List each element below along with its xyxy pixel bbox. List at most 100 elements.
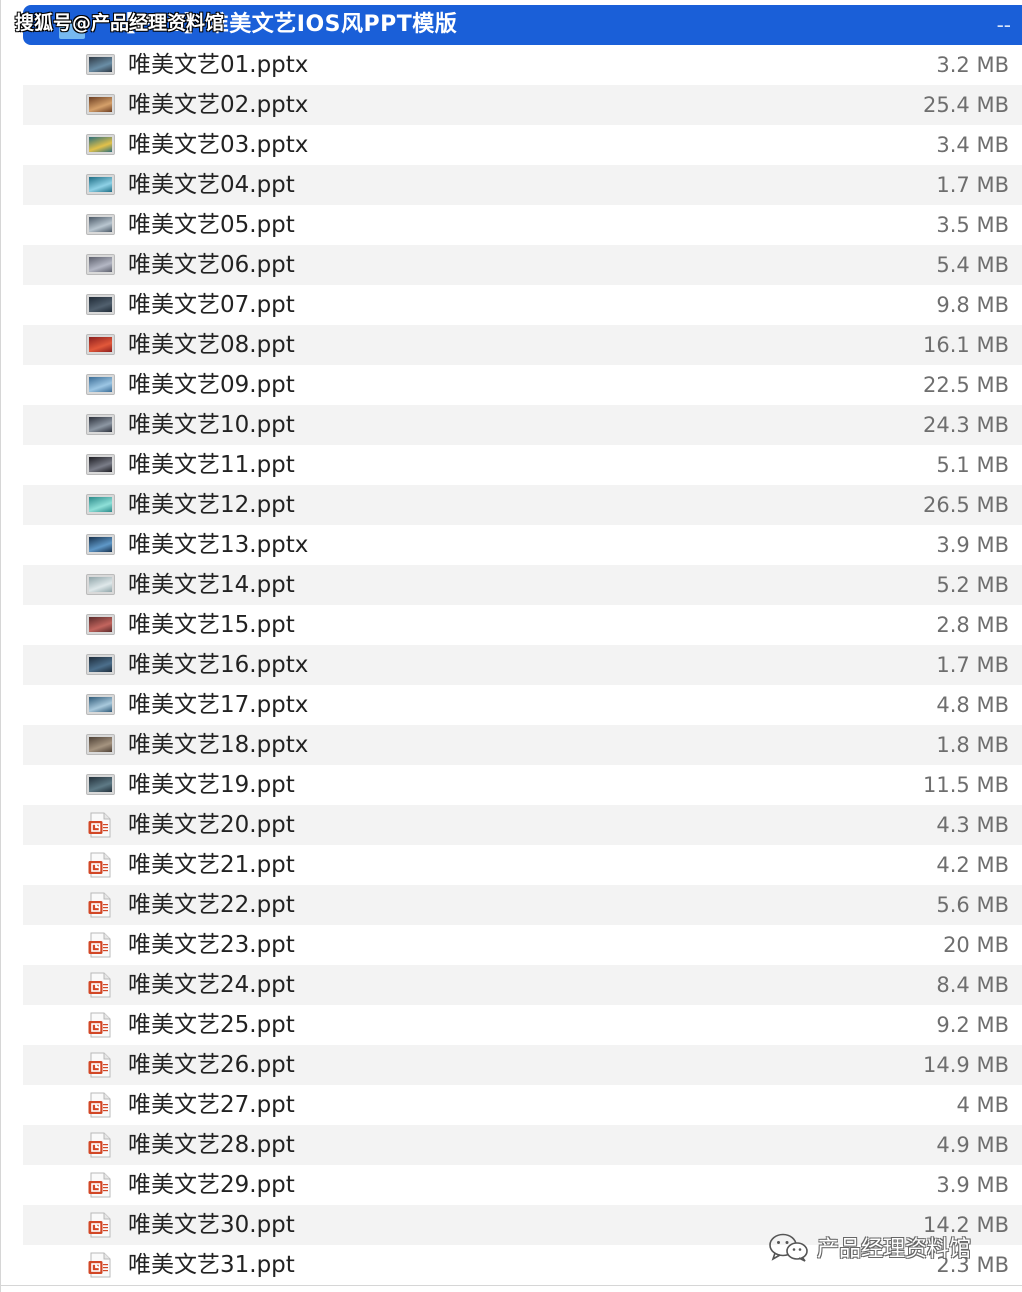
slide-thumbnail-icon — [86, 772, 116, 798]
file-size: 3.9 MB — [936, 533, 1009, 557]
file-row[interactable]: 唯美文艺26.ppt 14.9 MB — [23, 1045, 1022, 1085]
file-row[interactable]: 唯美文艺20.ppt 4.3 MB — [23, 805, 1022, 845]
file-size: 16.1 MB — [923, 333, 1009, 357]
file-row[interactable]: 唯美文艺07.ppt 9.8 MB — [23, 285, 1022, 325]
file-row[interactable]: 唯美文艺16.pptx 1.7 MB — [23, 645, 1022, 685]
file-name: 唯美文艺31.ppt — [128, 1252, 295, 1278]
file-size: 3.5 MB — [936, 213, 1009, 237]
slide-thumbnail-icon — [86, 172, 116, 198]
powerpoint-file-icon — [86, 852, 116, 878]
file-row[interactable]: 唯美文艺14.ppt 5.2 MB — [23, 565, 1022, 605]
file-size: 1.8 MB — [936, 733, 1009, 757]
file-row[interactable]: 唯美文艺06.ppt 5.4 MB — [23, 245, 1022, 285]
file-row[interactable]: 唯美文艺02.pptx 25.4 MB — [23, 85, 1022, 125]
slide-thumbnail-icon — [86, 572, 116, 598]
file-name: 唯美文艺28.ppt — [128, 1132, 295, 1158]
powerpoint-file-icon — [86, 1132, 116, 1158]
file-size: 3.2 MB — [936, 53, 1009, 77]
file-row[interactable]: 唯美文艺01.pptx 3.2 MB — [23, 45, 1022, 85]
file-name: 唯美文艺21.ppt — [128, 852, 295, 878]
file-size: 1.7 MB — [936, 173, 1009, 197]
slide-thumbnail-icon — [86, 292, 116, 318]
file-size: 9.8 MB — [936, 293, 1009, 317]
file-name: 唯美文艺15.ppt — [128, 612, 295, 638]
file-row[interactable]: 唯美文艺13.pptx 3.9 MB — [23, 525, 1022, 565]
file-row[interactable]: 唯美文艺04.ppt 1.7 MB — [23, 165, 1022, 205]
file-row[interactable]: 唯美文艺24.ppt 8.4 MB — [23, 965, 1022, 1005]
file-row[interactable]: 唯美文艺29.ppt 3.9 MB — [23, 1165, 1022, 1205]
slide-thumbnail-icon — [86, 612, 116, 638]
file-name: 唯美文艺04.ppt — [128, 172, 295, 198]
file-name: 唯美文艺13.pptx — [128, 532, 309, 558]
file-name: 唯美文艺17.pptx — [128, 692, 309, 718]
file-row[interactable]: 唯美文艺03.pptx 3.4 MB — [23, 125, 1022, 165]
file-name: 唯美文艺08.ppt — [128, 332, 295, 358]
file-size: 26.5 MB — [923, 493, 1009, 517]
file-name: 唯美文艺23.ppt — [128, 932, 295, 958]
file-size: 4.9 MB — [936, 1133, 1009, 1157]
file-row[interactable]: 唯美文艺21.ppt 4.2 MB — [23, 845, 1022, 885]
file-row[interactable]: 唯美文艺12.ppt 26.5 MB — [23, 485, 1022, 525]
file-name: 唯美文艺09.ppt — [128, 372, 295, 398]
file-name: 唯美文艺16.pptx — [128, 652, 309, 678]
slide-thumbnail-icon — [86, 452, 116, 478]
file-name: 唯美文艺10.ppt — [128, 412, 295, 438]
file-row[interactable]: 唯美文艺22.ppt 5.6 MB — [23, 885, 1022, 925]
watermark-sohu: 搜狐号@产品经理资料馆 — [15, 12, 225, 34]
file-name: 唯美文艺02.pptx — [128, 92, 309, 118]
finder-window: 搜狐号@产品经理资料馆 【PPT】唯美文艺IOS风PPT模版 -- 唯美文艺01… — [0, 0, 1022, 1292]
file-row[interactable]: 唯美文艺17.pptx 4.8 MB — [23, 685, 1022, 725]
file-size: 5.1 MB — [936, 453, 1009, 477]
file-row[interactable]: 唯美文艺05.ppt 3.5 MB — [23, 205, 1022, 245]
file-row[interactable]: 唯美文艺09.ppt 22.5 MB — [23, 365, 1022, 405]
file-size: 4.3 MB — [936, 813, 1009, 837]
slide-thumbnail-icon — [86, 92, 116, 118]
powerpoint-file-icon — [86, 1172, 116, 1198]
file-row[interactable]: 唯美文艺23.ppt 20 MB — [23, 925, 1022, 965]
file-row[interactable]: 唯美文艺08.ppt 16.1 MB — [23, 325, 1022, 365]
file-size: 4.2 MB — [936, 853, 1009, 877]
file-size: 25.4 MB — [923, 93, 1009, 117]
file-list: 唯美文艺01.pptx 3.2 MB 唯美文艺02.pptx 25.4 MB 唯美文艺0… — [23, 45, 1022, 1285]
file-size: 4 MB — [956, 1093, 1009, 1117]
file-name: 唯美文艺25.ppt — [128, 1012, 295, 1038]
file-row[interactable]: 唯美文艺28.ppt 4.9 MB — [23, 1125, 1022, 1165]
file-row[interactable]: 唯美文艺25.ppt 9.2 MB — [23, 1005, 1022, 1045]
file-size: 9.2 MB — [936, 1013, 1009, 1037]
slide-thumbnail-icon — [86, 252, 116, 278]
file-name: 唯美文艺01.pptx — [128, 52, 309, 78]
file-size: 3.9 MB — [936, 1173, 1009, 1197]
file-size: 14.9 MB — [923, 1053, 1009, 1077]
file-size: 5.6 MB — [936, 893, 1009, 917]
slide-thumbnail-icon — [86, 652, 116, 678]
powerpoint-file-icon — [86, 812, 116, 838]
file-name: 唯美文艺12.ppt — [128, 492, 295, 518]
file-name: 唯美文艺29.ppt — [128, 1172, 295, 1198]
divider — [1, 1285, 1022, 1286]
slide-thumbnail-icon — [86, 532, 116, 558]
watermark-text: 产品经理资料馆 — [817, 1237, 972, 1262]
powerpoint-file-icon — [86, 1252, 116, 1278]
file-name: 唯美文艺22.ppt — [128, 892, 295, 918]
file-row[interactable]: 唯美文艺18.pptx 1.8 MB — [23, 725, 1022, 765]
file-row[interactable]: 唯美文艺19.ppt 11.5 MB — [23, 765, 1022, 805]
folder-size: -- — [996, 13, 1011, 37]
file-size: 1.7 MB — [936, 653, 1009, 677]
file-name: 唯美文艺14.ppt — [128, 572, 295, 598]
powerpoint-file-icon — [86, 892, 116, 918]
slide-thumbnail-icon — [86, 732, 116, 758]
file-row[interactable]: 唯美文艺15.ppt 2.8 MB — [23, 605, 1022, 645]
slide-thumbnail-icon — [86, 332, 116, 358]
powerpoint-file-icon — [86, 1092, 116, 1118]
slide-thumbnail-icon — [86, 212, 116, 238]
file-row[interactable]: 唯美文艺11.ppt 5.1 MB — [23, 445, 1022, 485]
file-name: 唯美文艺11.ppt — [128, 452, 295, 478]
file-row[interactable]: 唯美文艺27.ppt 4 MB — [23, 1085, 1022, 1125]
file-size: 8.4 MB — [936, 973, 1009, 997]
file-size: 20 MB — [943, 933, 1009, 957]
file-row[interactable]: 唯美文艺10.ppt 24.3 MB — [23, 405, 1022, 445]
file-size: 3.4 MB — [936, 133, 1009, 157]
powerpoint-file-icon — [86, 972, 116, 998]
file-size: 4.8 MB — [936, 693, 1009, 717]
powerpoint-file-icon — [86, 1012, 116, 1038]
